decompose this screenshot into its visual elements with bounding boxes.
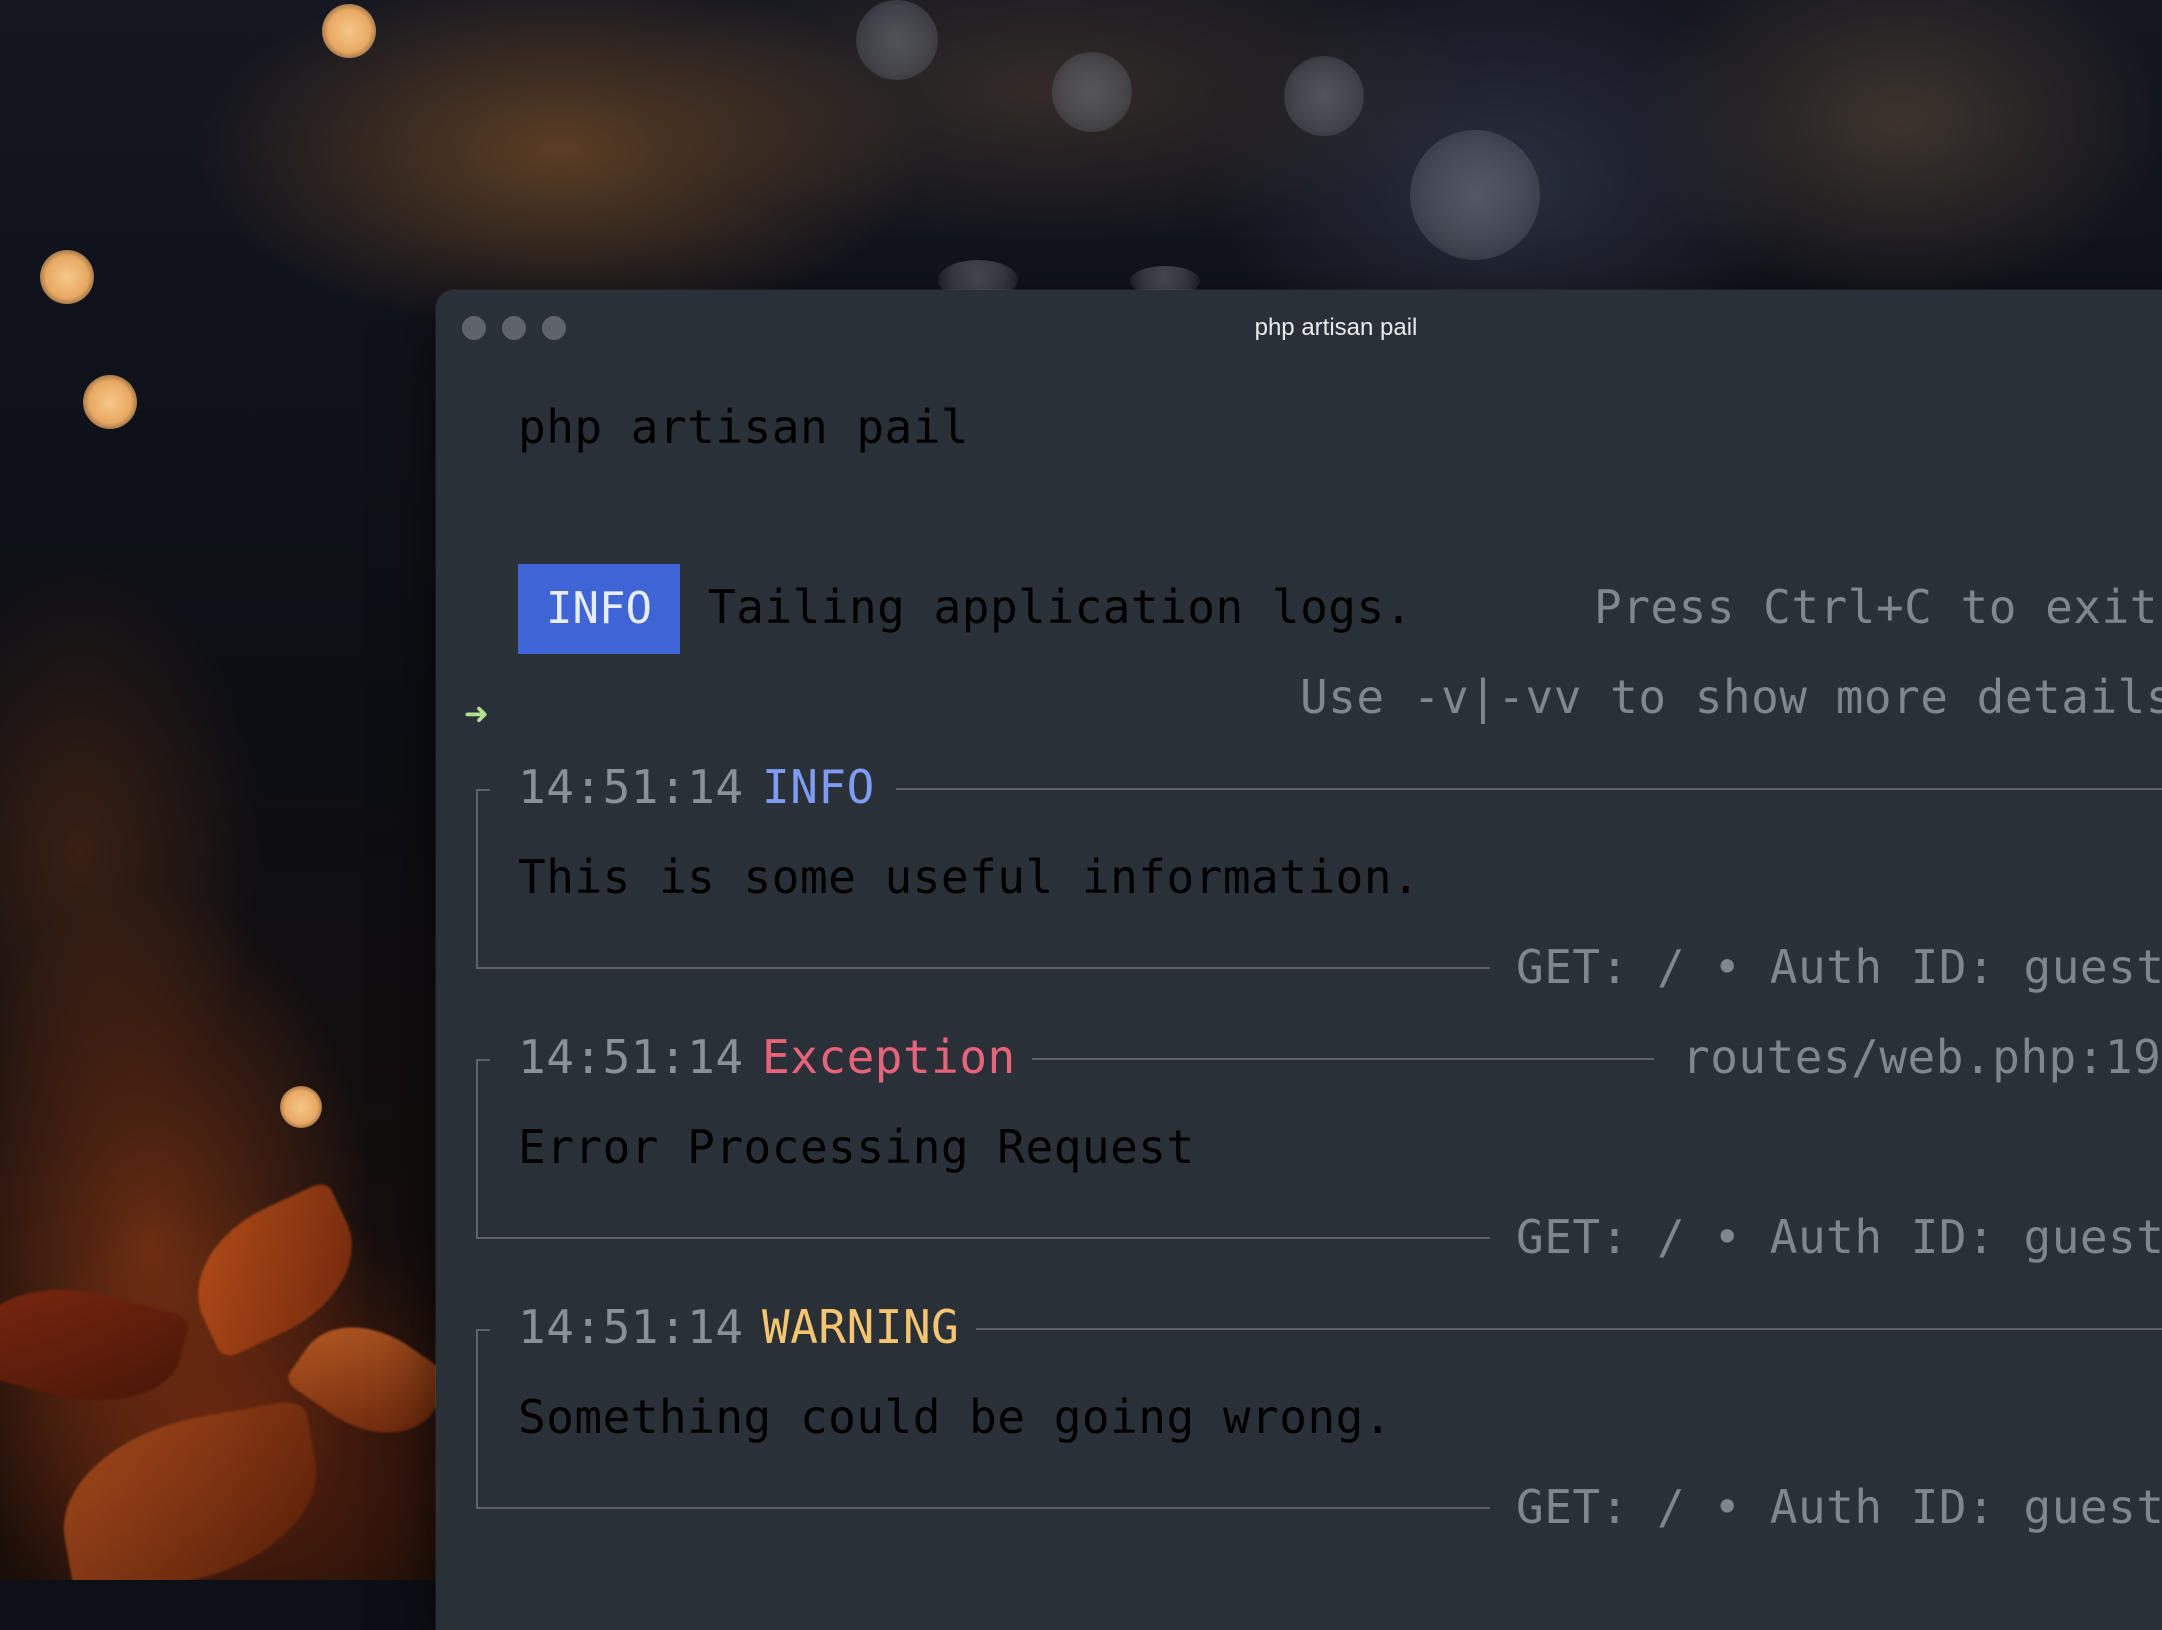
- log-message: Error Processing Request: [518, 1120, 1195, 1174]
- log-footer: GET: / • Auth ID: guest: [1516, 940, 2162, 994]
- minimize-button[interactable]: [502, 316, 526, 340]
- log-location: routes/web.php:19: [1682, 1030, 2162, 1084]
- log-timestamp: 14:51:14: [518, 1300, 744, 1354]
- log-level: Exception: [762, 1030, 1016, 1084]
- banner-message: Tailing application logs.: [708, 580, 1413, 634]
- zoom-button[interactable]: [542, 316, 566, 340]
- prompt-command: php artisan pail: [518, 400, 970, 454]
- log-message: This is some useful information.: [518, 850, 1421, 904]
- window-title: php artisan pail: [1254, 314, 1418, 341]
- log-timestamp: 14:51:14: [518, 760, 744, 814]
- close-button[interactable]: [462, 316, 486, 340]
- log-level: WARNING: [762, 1300, 960, 1354]
- log-footer: GET: / • Auth ID: guest: [1516, 1480, 2162, 1534]
- prompt-arrow-icon: ➜: [464, 692, 489, 738]
- info-badge-label: INFO: [546, 583, 652, 634]
- log-message: Something could be going wrong.: [518, 1390, 1393, 1444]
- hint-verbose: Use -v|-vv to show more details: [1300, 670, 2162, 724]
- title-bar: php artisan pail: [436, 290, 2162, 366]
- log-timestamp: 14:51:14: [518, 1030, 744, 1084]
- info-badge: INFO: [518, 564, 680, 654]
- log-footer: GET: / • Auth ID: guest: [1516, 1210, 2162, 1264]
- log-level: INFO: [762, 760, 875, 814]
- hint-exit: Press Ctrl+C to exit: [1594, 580, 2158, 634]
